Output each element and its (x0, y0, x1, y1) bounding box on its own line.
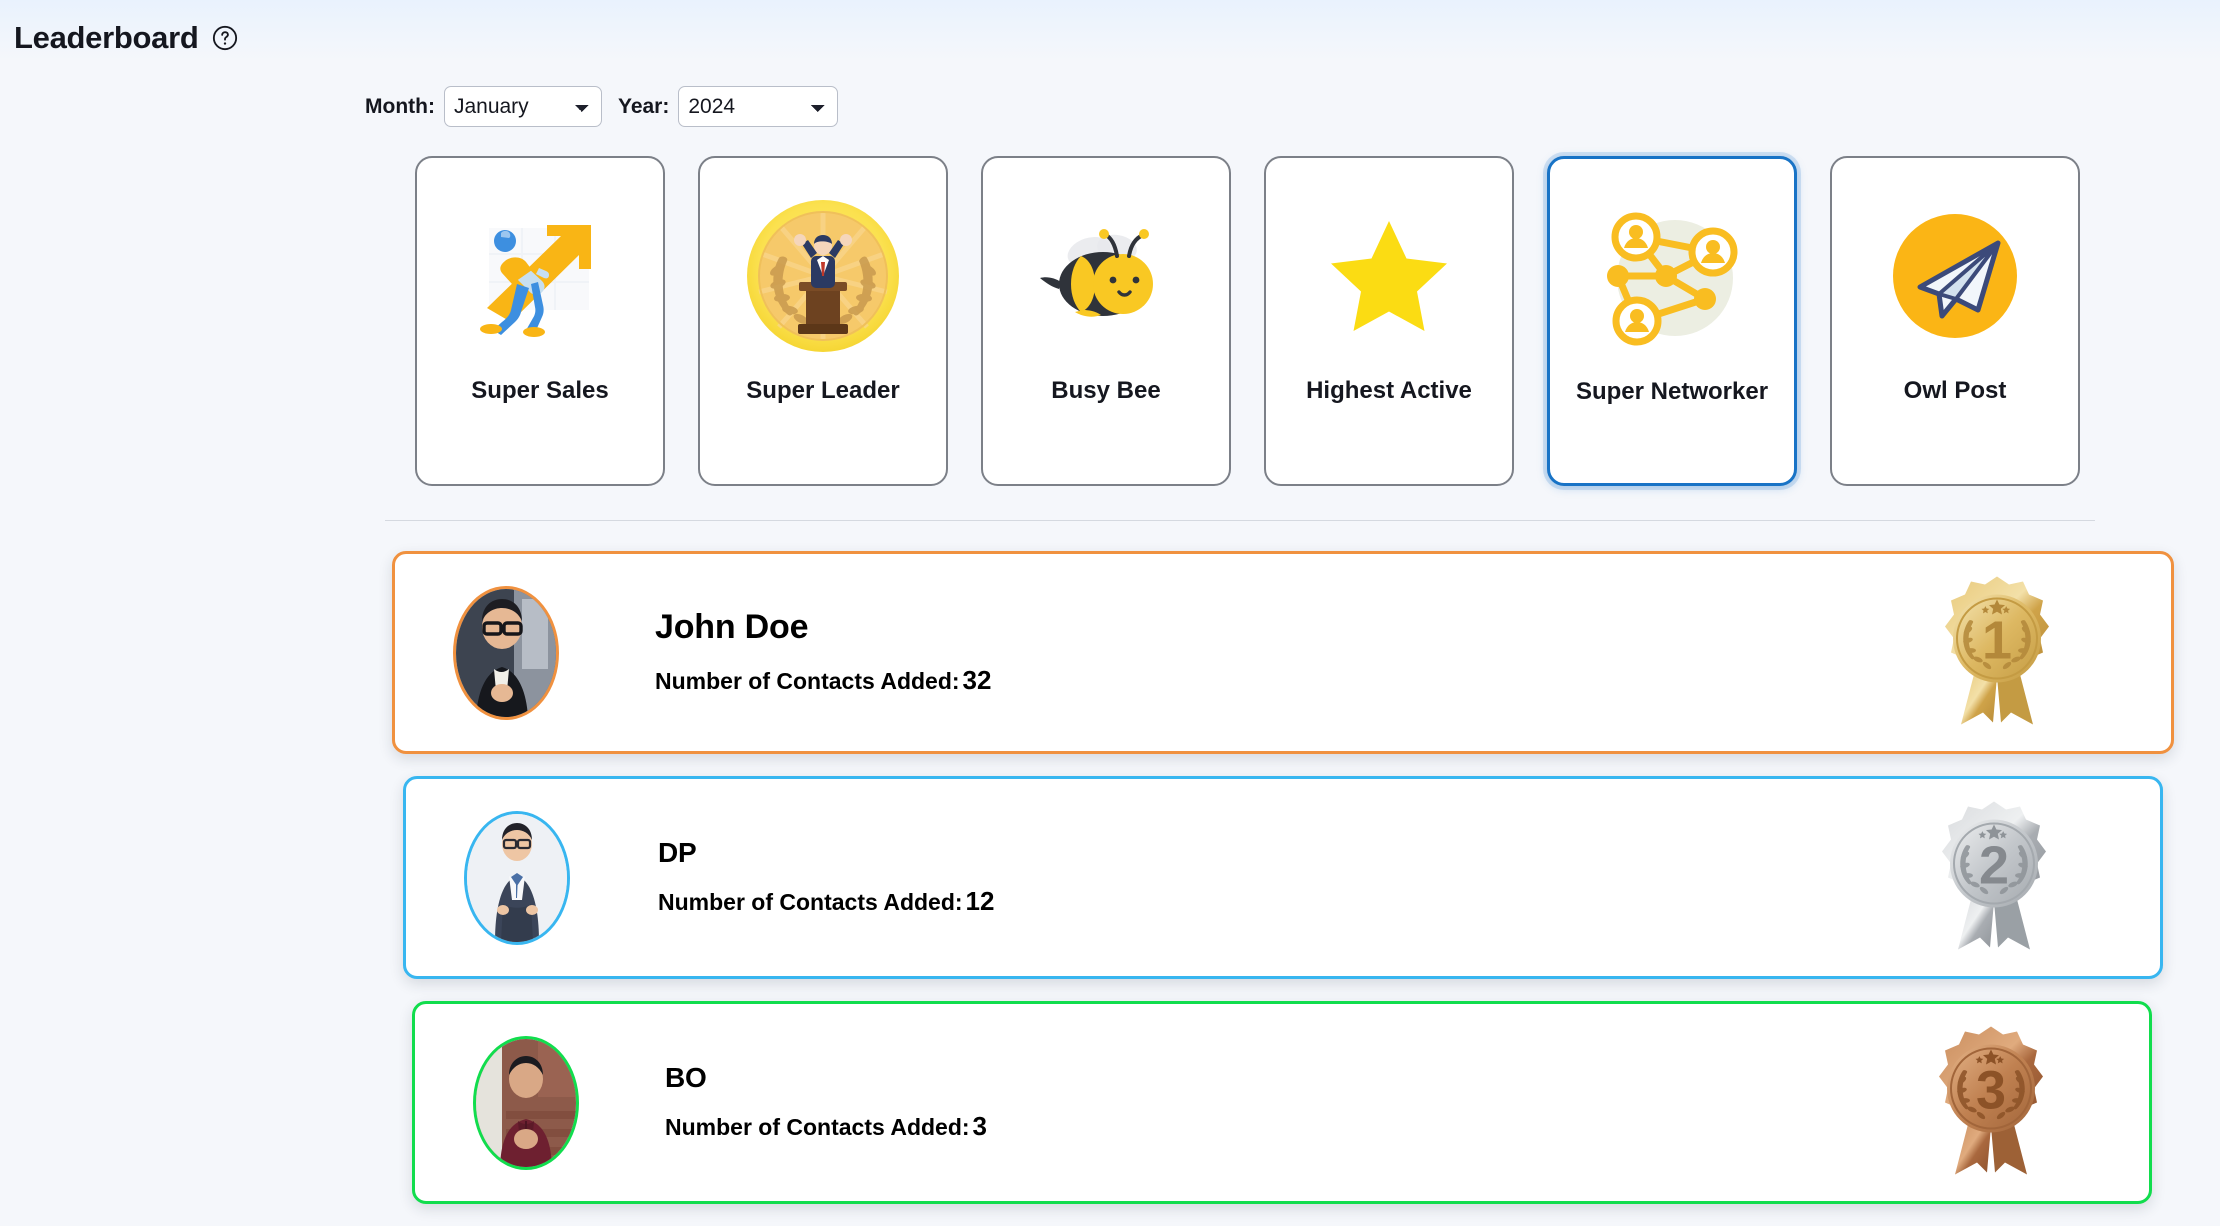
medal-number: 3 (1976, 1060, 2006, 1120)
month-label: Month: (365, 94, 435, 118)
rank-info: John Doe Number of Contacts Added: 32 (655, 608, 991, 696)
leaderboard-row-2[interactable]: DP Number of Contacts Added: 12 2 (403, 776, 2163, 979)
badge-label: Super Leader (746, 377, 900, 404)
avatar-wrapper (453, 585, 559, 720)
bee-icon (983, 176, 1229, 376)
silver-medal-icon: 2 (1928, 797, 2060, 958)
metric-label: Number of Contacts Added: (665, 1114, 970, 1141)
metric-row: Number of Contacts Added: 12 (658, 886, 994, 917)
gold-medal-icon: 1 (1931, 572, 2063, 733)
user-name: DP (658, 836, 697, 868)
medal-number: 2 (1979, 835, 2009, 895)
metric-value: 12 (965, 886, 995, 917)
badge-label: Super Sales (471, 377, 609, 404)
badge-label: Busy Bee (1051, 377, 1161, 404)
network-nodes-icon (1550, 177, 1794, 377)
star-icon (1266, 176, 1512, 376)
year-label: Year: (617, 94, 670, 118)
metric-row: Number of Contacts Added: 32 (655, 665, 991, 696)
avatar-wrapper (473, 1035, 579, 1170)
badge-card-super-networker[interactable]: Super Networker (1547, 156, 1797, 486)
avatar (473, 1035, 579, 1170)
page-title: Leaderboard (14, 20, 199, 55)
filter-bar: Month: JanuaryFebruaryMarchAprilMayJuneJ… (0, 86, 2220, 127)
leaderboard-row-1[interactable]: John Doe Number of Contacts Added: 32 1 (392, 551, 2174, 754)
badge-label: Super Networker (1575, 378, 1769, 405)
question-circle-icon[interactable] (212, 25, 238, 51)
avatar (464, 810, 570, 945)
leaderboard-list: John Doe Number of Contacts Added: 32 1 … (0, 551, 2220, 1204)
badge-label: Highest Active (1306, 377, 1472, 404)
rank-info: DP Number of Contacts Added: 12 (658, 836, 994, 918)
badge-card-highest-active[interactable]: Highest Active (1264, 156, 1514, 486)
metric-value: 32 (962, 664, 992, 695)
section-divider (385, 520, 2095, 521)
avatar-wrapper (464, 810, 570, 945)
medal-number: 1 (1982, 610, 2012, 670)
avatar (453, 585, 559, 720)
badge-card-busy-bee[interactable]: Busy Bee (981, 156, 1231, 486)
year-filter-group: Year: 2022202320242025 (617, 86, 839, 127)
badge-card-row: Super Sales Super Leader Busy Bee Highes… (0, 156, 2220, 486)
page-header: Leaderboard (0, 0, 2220, 56)
badge-card-owl-post[interactable]: Owl Post (1830, 156, 2080, 486)
badge-card-super-leader[interactable]: Super Leader (698, 156, 948, 486)
month-select[interactable]: JanuaryFebruaryMarchAprilMayJuneJulyAugu… (443, 86, 602, 127)
year-select[interactable]: 2022202320242025 (678, 86, 839, 127)
badge-card-super-sales[interactable]: Super Sales (415, 156, 665, 486)
metric-row: Number of Contacts Added: 3 (665, 1111, 987, 1142)
leaderboard-row-3[interactable]: BO Number of Contacts Added: 3 3 (412, 1001, 2152, 1204)
leader-medal-icon (700, 176, 946, 376)
user-name: John Doe (655, 608, 809, 647)
paper-plane-icon (1832, 176, 2078, 376)
metric-label: Number of Contacts Added: (655, 667, 960, 694)
user-name: BO (665, 1061, 707, 1093)
metric-value: 3 (972, 1111, 988, 1142)
sales-growth-icon (417, 176, 663, 376)
rank-info: BO Number of Contacts Added: 3 (665, 1061, 987, 1143)
badge-label: Owl Post (1903, 377, 2007, 404)
metric-label: Number of Contacts Added: (658, 889, 963, 916)
month-filter-group: Month: JanuaryFebruaryMarchAprilMayJuneJ… (365, 86, 602, 127)
bronze-medal-icon: 3 (1925, 1022, 2057, 1183)
